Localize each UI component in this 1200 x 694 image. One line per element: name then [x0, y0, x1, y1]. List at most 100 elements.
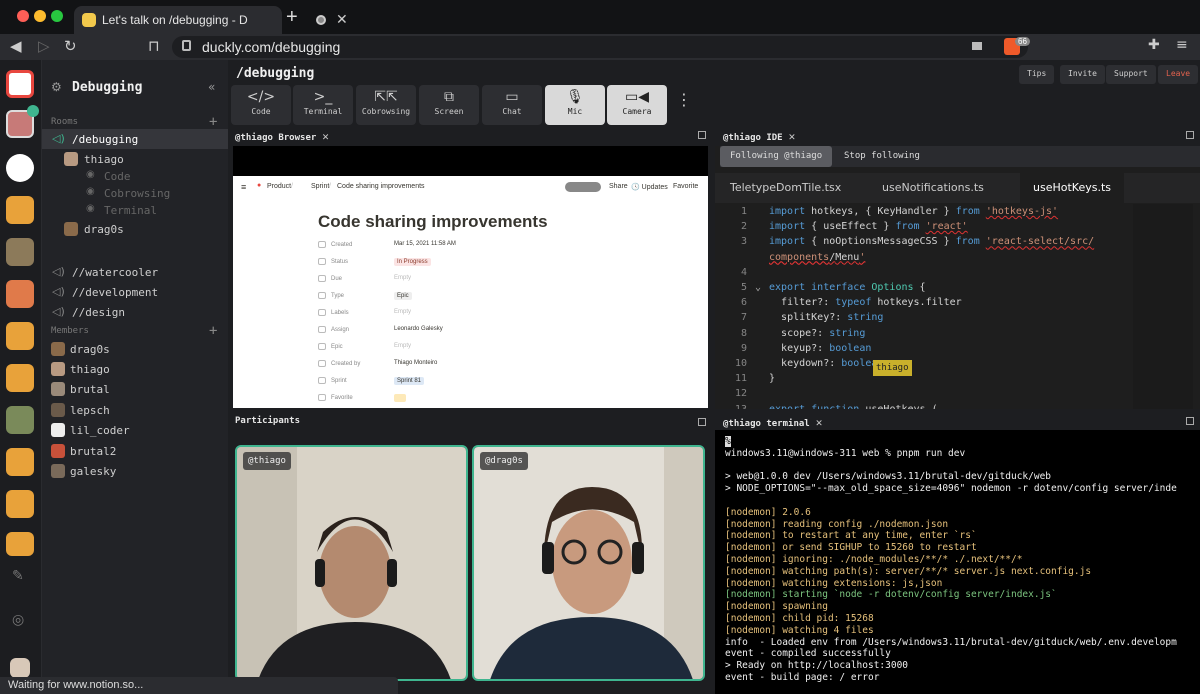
workspace-avatar[interactable]	[6, 490, 34, 518]
workspace-avatar[interactable]	[6, 448, 34, 476]
member-item[interactable]: brutal2	[42, 441, 228, 461]
bookmark-icon[interactable]: ⊓	[148, 37, 160, 55]
camera-button[interactable]: ▭◀ Camera	[607, 85, 667, 125]
editor-tab-active[interactable]: useHotKeys.ts	[1020, 173, 1124, 203]
updates-link[interactable]: 🕓 Updates	[631, 183, 668, 191]
shared-ide-view[interactable]: Following @thiago Stop following Teletyp…	[715, 146, 1200, 409]
screen-button[interactable]: ⧉ Screen	[419, 85, 479, 125]
add-member-button[interactable]: +	[209, 323, 217, 339]
workspace-avatar[interactable]	[6, 364, 34, 392]
compass-icon[interactable]: ◎	[12, 612, 24, 628]
forward-arrow-icon[interactable]: ▷	[38, 37, 50, 55]
extensions-puzzle-icon[interactable]: ✚	[1148, 37, 1160, 53]
minimize-window-button[interactable]	[34, 10, 46, 22]
room-user-drag0s[interactable]: drag0s	[42, 219, 228, 239]
fold-chevron-icon[interactable]: ⌄	[755, 404, 761, 409]
code-button[interactable]: </> Code	[231, 85, 291, 125]
property-row[interactable]: Favorite	[318, 394, 618, 402]
new-tab-button[interactable]: +	[286, 6, 298, 29]
fold-chevron-icon[interactable]: ⌄	[755, 282, 761, 293]
editor-tab[interactable]: useNotifications.ts	[869, 173, 997, 203]
close-window-button[interactable]	[17, 10, 29, 22]
property-row[interactable]: Labels Empty	[318, 309, 618, 316]
leave-button[interactable]: Leave	[1158, 65, 1199, 84]
workspace-avatar[interactable]	[6, 154, 34, 182]
workspace-avatar[interactable]	[6, 70, 34, 98]
collapse-sidebar-icon[interactable]: «	[208, 80, 215, 94]
close-tab-icon[interactable]: ✕	[336, 11, 348, 28]
maximize-panel-icon[interactable]	[698, 418, 706, 426]
room-item-design[interactable]: ◁) //design	[42, 302, 228, 322]
terminal-button[interactable]: >_ Terminal	[293, 85, 353, 125]
close-panel-icon[interactable]: ✕	[322, 130, 329, 143]
member-item[interactable]: thiago	[42, 359, 228, 379]
browser-tab[interactable]: Let's talk on /debugging - D ✕	[74, 6, 348, 34]
gear-icon[interactable]: ⚙	[51, 80, 62, 94]
workspace-avatar[interactable]	[6, 196, 34, 224]
workspace-avatar[interactable]	[6, 238, 34, 266]
property-row[interactable]: Assign Leonardo Galesky	[318, 326, 618, 333]
member-item[interactable]: lepsch	[42, 400, 228, 420]
workspace-avatar[interactable]	[6, 406, 34, 434]
close-panel-icon[interactable]: ✕	[789, 130, 796, 143]
add-room-button[interactable]: +	[209, 114, 217, 130]
workspace-avatar[interactable]	[6, 322, 34, 350]
shared-terminal-item[interactable]: ◉ Terminal	[42, 200, 228, 220]
property-row[interactable]: Created by Thiago Monteiro	[318, 360, 618, 367]
more-options-icon[interactable]: ⋮	[676, 90, 692, 109]
property-row[interactable]: Epic Empty	[318, 343, 618, 350]
editor-tab[interactable]: TeletypeDomTile.tsx	[717, 173, 854, 203]
maximize-panel-icon[interactable]	[698, 131, 706, 139]
breadcrumb-item[interactable]: Code sharing improvements	[337, 183, 425, 190]
chat-button[interactable]: ▭ Chat	[482, 85, 542, 125]
maximize-panel-icon[interactable]	[1186, 417, 1194, 425]
ide-panel-header: @thiago IDE ✕	[716, 127, 1200, 144]
wrench-icon[interactable]: ✎	[12, 568, 24, 584]
mic-button[interactable]: 🎙 Mic	[545, 85, 605, 125]
code-line: 8 scope?: string	[715, 328, 1130, 343]
property-row[interactable]: Status In Progress	[318, 258, 618, 266]
breadcrumb-item[interactable]: Sprint	[311, 183, 329, 190]
workspace-avatar[interactable]	[6, 532, 34, 556]
following-button[interactable]: Following @thiago	[720, 146, 833, 167]
browser-menu-icon[interactable]: ≡	[1176, 37, 1188, 53]
url-field[interactable]: duckly.com/debugging 66	[172, 36, 1030, 58]
workspace-avatar[interactable]	[6, 280, 34, 308]
member-item[interactable]: drag0s	[42, 339, 228, 359]
room-item-debugging[interactable]: ◁) /debugging	[42, 129, 228, 149]
reload-icon[interactable]: ↻	[64, 37, 77, 55]
property-row[interactable]: Sprint Sprint 81	[318, 377, 618, 385]
property-row[interactable]: Type Epic	[318, 292, 618, 300]
menu-icon[interactable]: ≡	[241, 182, 246, 192]
property-row[interactable]: Due Empty	[318, 275, 618, 282]
participant-video[interactable]: @thiago	[235, 445, 468, 681]
share-link[interactable]: Share	[609, 183, 628, 190]
maximize-panel-icon[interactable]	[1186, 131, 1194, 139]
member-item[interactable]: brutal	[42, 379, 228, 399]
member-item[interactable]: galesky	[42, 461, 228, 481]
user-avatar[interactable]	[10, 658, 30, 678]
back-arrow-icon[interactable]: ◀	[10, 37, 22, 55]
property-row[interactable]: Created Mar 15, 2021 11:58 AM	[318, 241, 618, 248]
tips-button[interactable]: Tips	[1019, 65, 1055, 84]
code-editor[interactable]: 1 import hotkeys, { KeyHandler } from 'ho…	[715, 204, 1130, 409]
member-item[interactable]: lil_coder	[42, 420, 228, 440]
maximize-window-button[interactable]	[51, 10, 63, 22]
room-item-development[interactable]: ◁) //development	[42, 282, 228, 302]
invite-button[interactable]: Invite	[1060, 65, 1105, 84]
shared-terminal-view[interactable]: % windows3.11@windows-311 web % pnpm run …	[715, 430, 1200, 694]
room-item-watercooler[interactable]: ◁) //watercooler	[42, 262, 228, 282]
favorite-link[interactable]: Favorite	[673, 183, 698, 190]
stop-following-button[interactable]: Stop following	[844, 151, 920, 161]
code-minimap[interactable]	[1133, 204, 1193, 409]
close-panel-icon[interactable]: ✕	[816, 416, 823, 429]
cobrowsing-button[interactable]: ⇱⇱ Cobrowsing	[356, 85, 416, 125]
support-button[interactable]: Support	[1106, 65, 1156, 84]
participant-video[interactable]: @drag0s	[472, 445, 705, 681]
notion-page[interactable]: ≡ ● Product / Sprint / Code sharing impr…	[233, 176, 708, 408]
shared-browser-view[interactable]: ≡ ● Product / Sprint / Code sharing impr…	[233, 146, 708, 408]
breadcrumb-item[interactable]: Product	[267, 183, 291, 190]
property-name: Status	[331, 259, 349, 266]
room-user-name: drag0s	[84, 223, 124, 236]
remote-cursor-label: thiago	[873, 360, 912, 376]
